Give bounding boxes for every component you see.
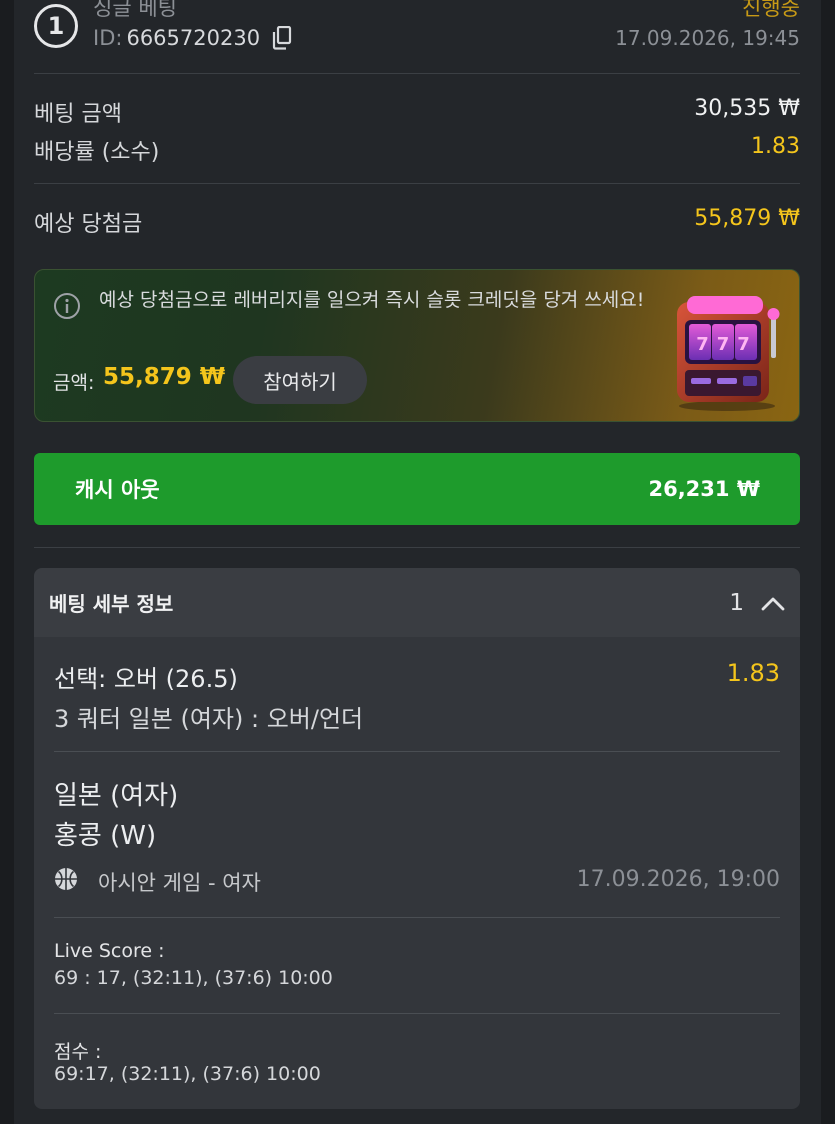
bet-type: 싱글 베팅: [93, 0, 177, 20]
payout-value: 55,879 ₩: [694, 206, 800, 231]
live-score-label: Live Score :: [54, 940, 165, 962]
stake-value: 30,535 ₩: [694, 96, 800, 121]
odds-label: 배당률 (소수): [34, 140, 160, 165]
bet-status: 진행중: [742, 0, 800, 20]
market-name: 3 쿼터 일본 (여자) : 오버/언더: [54, 705, 364, 733]
bet-details-title: 베팅 세부 정보: [49, 592, 174, 616]
bet-details-toggle[interactable]: 베팅 세부 정보 1: [34, 568, 800, 637]
divider: [54, 751, 780, 752]
divider: [54, 1013, 780, 1014]
promo-text: 예상 당첨금으로 레버리지를 일으켜 즉시 슬롯 크레딧을 당겨 쓰세요!: [99, 289, 645, 311]
bet-number-badge: 1: [34, 4, 78, 48]
bet-date: 17.09.2026, 19:45: [615, 26, 800, 50]
score-value: 69:17, (32:11), (37:6) 10:00: [54, 1063, 321, 1085]
odds-row: 배당률 (소수) 1.83: [34, 134, 800, 166]
selection-count: 1: [729, 589, 744, 616]
slot-credit-promo: 예상 당첨금으로 레버리지를 일으켜 즉시 슬롯 크레딧을 당겨 쓰세요! 금액…: [34, 269, 800, 422]
basketball-icon: [55, 868, 77, 890]
bet-number: 1: [47, 12, 65, 40]
bet-id-label: ID:: [93, 26, 123, 50]
match-date: 17.09.2026, 19:00: [576, 867, 780, 892]
live-score-value: 69 : 17, (32:11), (37:6) 10:00: [54, 967, 333, 989]
slot-machine-icon: 777: [677, 296, 780, 411]
cashout-value: 26,231 ₩: [648, 477, 760, 501]
join-button[interactable]: 참여하기: [233, 356, 367, 404]
info-icon: [54, 293, 80, 319]
bet-id-value: 6665720230: [126, 26, 261, 50]
divider: [34, 73, 800, 74]
league-name: 아시안 게임 - 여자: [98, 871, 261, 895]
cashout-label: 캐시 아웃: [75, 478, 160, 502]
bet-id: ID: 6665720230: [93, 25, 292, 50]
stake-row: 베팅 금액 30,535 ₩: [34, 96, 800, 128]
copy-icon[interactable]: [272, 25, 292, 50]
divider: [34, 183, 800, 184]
divider: [54, 917, 780, 918]
cashout-button[interactable]: 캐시 아웃 26,231 ₩: [34, 453, 800, 525]
promo-amount-label: 금액:: [53, 372, 95, 394]
slot-digits: 777: [696, 334, 758, 355]
bet-details-body: 선택: 오버 (26.5) 1.83 3 쿼터 일본 (여자) : 오버/언더 …: [34, 637, 800, 1109]
team-home: 일본 (여자): [54, 781, 179, 811]
promo-amount-value: 55,879 ₩: [103, 364, 226, 390]
odds-value: 1.83: [751, 134, 800, 159]
divider: [34, 547, 800, 548]
team-away: 홍콩 (W): [54, 821, 157, 851]
stake-label: 베팅 금액: [34, 102, 122, 127]
selection-odds: 1.83: [726, 659, 780, 687]
payout-row: 예상 당첨금 55,879 ₩: [34, 206, 800, 238]
selection-label: 선택: 오버 (26.5): [54, 665, 238, 693]
chevron-up-icon: [761, 597, 785, 610]
score-label: 점수 :: [54, 1041, 102, 1063]
payout-label: 예상 당첨금: [34, 212, 143, 237]
